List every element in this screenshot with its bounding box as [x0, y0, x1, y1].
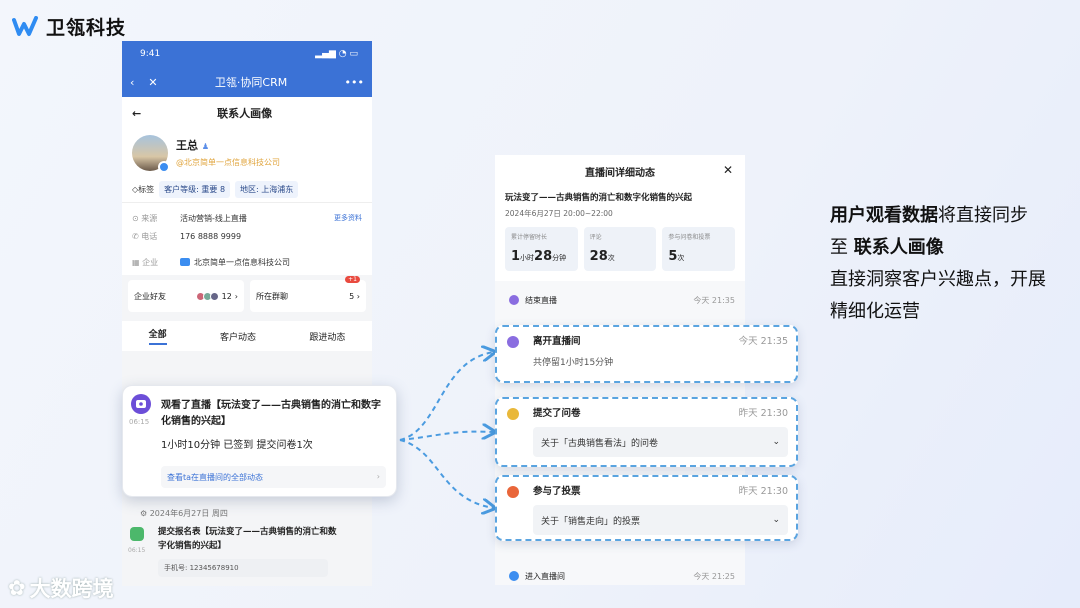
panel-header: 直播间详细动态 ✕ [495, 155, 745, 187]
watermark-icon: ✿ [8, 576, 26, 600]
description-text: 用户观看数据将直接同步 至 联系人画像 直接洞察客户兴趣点，开展 精细化运营 [830, 205, 1046, 322]
event-survey[interactable]: 提交了问卷 昨天 21:30 关于「古典销售看法」的问卷 ⌄ [495, 397, 798, 467]
event-leave-live[interactable]: 离开直播间 今天 21:35 共停留1小时15分钟 [495, 325, 798, 383]
panel-title: 直播间详细动态 [585, 167, 655, 179]
stat-duration: 累计停留时长 1小时28分钟 [505, 227, 578, 271]
chevron-down-icon: ⌄ [772, 437, 780, 447]
stay-duration: 共停留1小时15分钟 [533, 358, 614, 368]
close-icon[interactable]: ✕ [723, 163, 733, 177]
stat-comments: 评论 28次 [583, 227, 657, 271]
live-info: 玩法变了——古典销售的消亡和数字化销售的兴起 2024年6月27日 20:00~… [495, 187, 745, 281]
vote-select[interactable]: 关于「销售走向」的投票 ⌄ [533, 505, 788, 535]
live-time: 2024年6月27日 20:00~22:00 [505, 209, 613, 218]
event-vote[interactable]: 参与了投票 昨天 21:30 关于「销售走向」的投票 ⌄ [495, 475, 798, 541]
watermark: ✿ 大数跨境 [8, 576, 114, 601]
live-title: 玩法变了——古典销售的消亡和数字化销售的兴起 [505, 193, 693, 203]
stat-votes: 参与问卷和投票 5次 [662, 227, 736, 271]
live-stats: 累计停留时长 1小时28分钟 评论 28次 参与问卷和投票 5次 [505, 227, 736, 271]
chevron-down-icon: ⌄ [772, 515, 780, 525]
event-enter-live: 进入直播间 今天 21:25 [495, 563, 745, 585]
event-end-live: 结束直播 今天 21:35 [495, 287, 745, 313]
survey-select[interactable]: 关于「古典销售看法」的问卷 ⌄ [533, 427, 788, 457]
